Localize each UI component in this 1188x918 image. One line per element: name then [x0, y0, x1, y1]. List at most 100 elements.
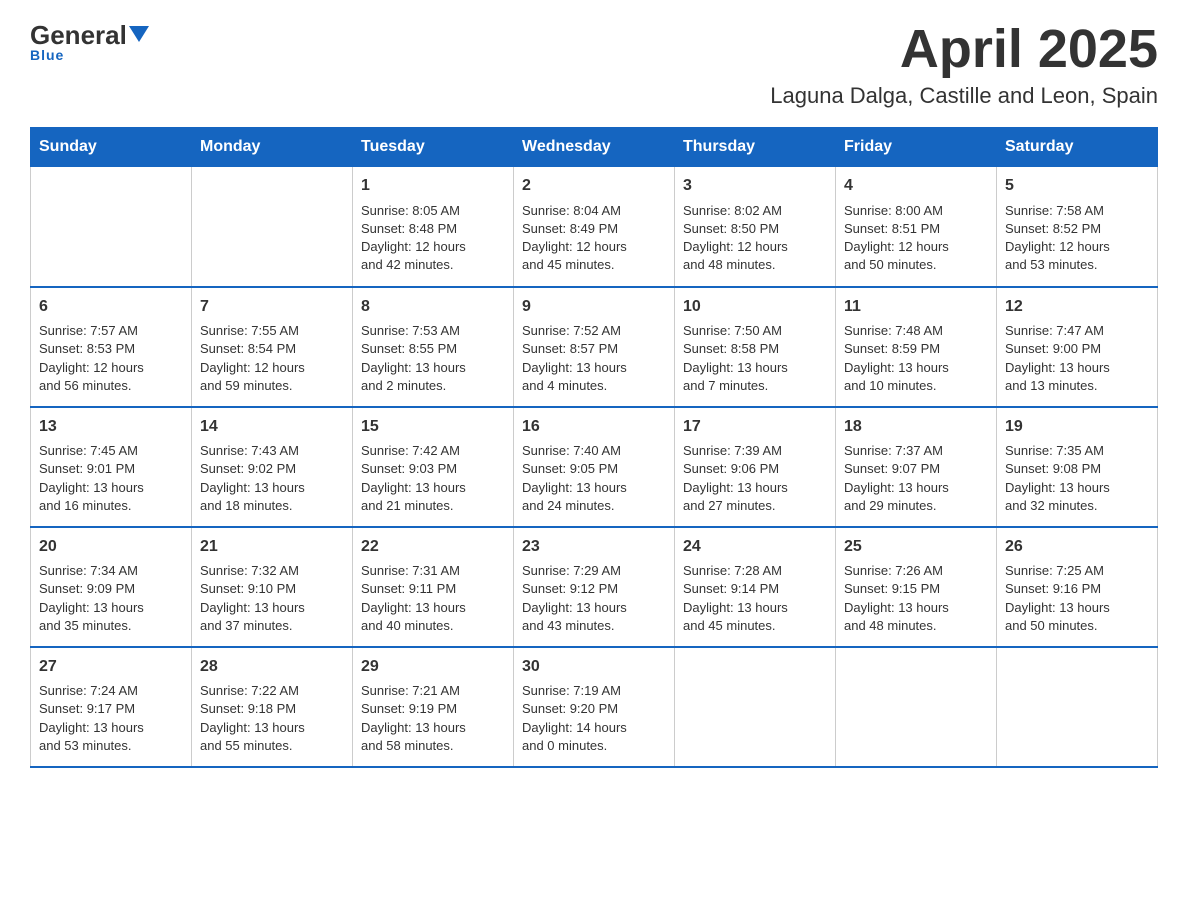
day-number: 30	[522, 656, 666, 678]
calendar-cell: 5 Sunrise: 7:58 AMSunset: 8:52 PMDaylight…	[997, 167, 1158, 287]
calendar-cell	[997, 647, 1158, 767]
day-info: Sunrise: 7:34 AMSunset: 9:09 PMDaylight:…	[39, 562, 183, 635]
logo-triangle-icon	[129, 26, 149, 42]
day-number: 21	[200, 536, 344, 558]
title-area: April 2025 Laguna Dalga, Castille and Le…	[770, 20, 1158, 109]
day-info: Sunrise: 7:31 AMSunset: 9:11 PMDaylight:…	[361, 562, 505, 635]
weekday-header-sunday: Sunday	[31, 128, 192, 167]
week-row-3: 13 Sunrise: 7:45 AMSunset: 9:01 PMDayligh…	[31, 407, 1158, 527]
day-number: 13	[39, 416, 183, 438]
day-info: Sunrise: 7:32 AMSunset: 9:10 PMDaylight:…	[200, 562, 344, 635]
day-number: 8	[361, 296, 505, 318]
day-info: Sunrise: 7:47 AMSunset: 9:00 PMDaylight:…	[1005, 322, 1149, 395]
day-number: 1	[361, 175, 505, 197]
calendar-cell: 18 Sunrise: 7:37 AMSunset: 9:07 PMDayligh…	[836, 407, 997, 527]
day-number: 23	[522, 536, 666, 558]
weekday-header-tuesday: Tuesday	[353, 128, 514, 167]
day-info: Sunrise: 7:26 AMSunset: 9:15 PMDaylight:…	[844, 562, 988, 635]
calendar-cell: 25Sunrise: 7:26 AMSunset: 9:15 PMDayligh…	[836, 527, 997, 647]
calendar-cell: 9 Sunrise: 7:52 AMSunset: 8:57 PMDaylight…	[514, 287, 675, 407]
day-info: Sunrise: 7:35 AMSunset: 9:08 PMDaylight:…	[1005, 442, 1149, 515]
month-title: April 2025	[770, 20, 1158, 79]
day-number: 2	[522, 175, 666, 197]
week-row-2: 6Sunrise: 7:57 AMSunset: 8:53 PMDaylight…	[31, 287, 1158, 407]
day-info: Sunrise: 7:48 AMSunset: 8:59 PMDaylight:…	[844, 322, 988, 395]
calendar-cell: 8Sunrise: 7:53 AMSunset: 8:55 PMDaylight…	[353, 287, 514, 407]
page-header: General Blue April 2025 Laguna Dalga, Ca…	[30, 20, 1158, 109]
day-number: 3	[683, 175, 827, 197]
day-info: Sunrise: 7:22 AMSunset: 9:18 PMDaylight:…	[200, 682, 344, 755]
calendar-cell: 13 Sunrise: 7:45 AMSunset: 9:01 PMDayligh…	[31, 407, 192, 527]
calendar-cell: 26 Sunrise: 7:25 AMSunset: 9:16 PMDayligh…	[997, 527, 1158, 647]
calendar-cell: 21 Sunrise: 7:32 AMSunset: 9:10 PMDayligh…	[192, 527, 353, 647]
day-number: 22	[361, 536, 505, 558]
location-title: Laguna Dalga, Castille and Leon, Spain	[770, 83, 1158, 109]
day-number: 10	[683, 296, 827, 318]
calendar-cell	[836, 647, 997, 767]
calendar-cell: 24Sunrise: 7:28 AMSunset: 9:14 PMDayligh…	[675, 527, 836, 647]
calendar-table: SundayMondayTuesdayWednesdayThursdayFrid…	[30, 127, 1158, 768]
day-number: 12	[1005, 296, 1149, 318]
day-info: Sunrise: 7:42 AMSunset: 9:03 PMDaylight:…	[361, 442, 505, 515]
day-info: Sunrise: 7:37 AMSunset: 9:07 PMDaylight:…	[844, 442, 988, 515]
day-number: 24	[683, 536, 827, 558]
calendar-header-row: SundayMondayTuesdayWednesdayThursdayFrid…	[31, 128, 1158, 167]
weekday-header-thursday: Thursday	[675, 128, 836, 167]
week-row-1: 1 Sunrise: 8:05 AMSunset: 8:48 PMDaylight…	[31, 167, 1158, 287]
day-number: 19	[1005, 416, 1149, 438]
day-info: Sunrise: 7:25 AMSunset: 9:16 PMDaylight:…	[1005, 562, 1149, 635]
calendar-cell: 10 Sunrise: 7:50 AMSunset: 8:58 PMDayligh…	[675, 287, 836, 407]
day-number: 6	[39, 296, 183, 318]
day-info: Sunrise: 7:21 AMSunset: 9:19 PMDaylight:…	[361, 682, 505, 755]
calendar-cell: 22 Sunrise: 7:31 AMSunset: 9:11 PMDayligh…	[353, 527, 514, 647]
calendar-cell: 2 Sunrise: 8:04 AMSunset: 8:49 PMDaylight…	[514, 167, 675, 287]
day-info: Sunrise: 7:52 AMSunset: 8:57 PMDaylight:…	[522, 322, 666, 395]
day-number: 27	[39, 656, 183, 678]
day-info: Sunrise: 7:45 AMSunset: 9:01 PMDaylight:…	[39, 442, 183, 515]
calendar-cell: 30 Sunrise: 7:19 AMSunset: 9:20 PMDayligh…	[514, 647, 675, 767]
day-info: Sunrise: 8:04 AMSunset: 8:49 PMDaylight:…	[522, 202, 666, 275]
day-number: 5	[1005, 175, 1149, 197]
day-number: 29	[361, 656, 505, 678]
day-number: 18	[844, 416, 988, 438]
day-info: Sunrise: 7:39 AMSunset: 9:06 PMDaylight:…	[683, 442, 827, 515]
calendar-cell: 1 Sunrise: 8:05 AMSunset: 8:48 PMDaylight…	[353, 167, 514, 287]
calendar-cell: 12 Sunrise: 7:47 AMSunset: 9:00 PMDayligh…	[997, 287, 1158, 407]
calendar-cell: 20 Sunrise: 7:34 AMSunset: 9:09 PMDayligh…	[31, 527, 192, 647]
day-number: 4	[844, 175, 988, 197]
calendar-cell: 7 Sunrise: 7:55 AMSunset: 8:54 PMDaylight…	[192, 287, 353, 407]
day-info: Sunrise: 7:55 AMSunset: 8:54 PMDaylight:…	[200, 322, 344, 395]
day-info: Sunrise: 8:05 AMSunset: 8:48 PMDaylight:…	[361, 202, 505, 275]
day-number: 11	[844, 296, 988, 318]
day-info: Sunrise: 7:43 AMSunset: 9:02 PMDaylight:…	[200, 442, 344, 515]
day-number: 15	[361, 416, 505, 438]
day-info: Sunrise: 8:02 AMSunset: 8:50 PMDaylight:…	[683, 202, 827, 275]
day-number: 17	[683, 416, 827, 438]
calendar-cell: 28 Sunrise: 7:22 AMSunset: 9:18 PMDayligh…	[192, 647, 353, 767]
calendar-cell: 3 Sunrise: 8:02 AMSunset: 8:50 PMDaylight…	[675, 167, 836, 287]
day-info: Sunrise: 7:50 AMSunset: 8:58 PMDaylight:…	[683, 322, 827, 395]
day-number: 28	[200, 656, 344, 678]
calendar-cell: 4 Sunrise: 8:00 AMSunset: 8:51 PMDaylight…	[836, 167, 997, 287]
calendar-cell: 17 Sunrise: 7:39 AMSunset: 9:06 PMDayligh…	[675, 407, 836, 527]
day-number: 16	[522, 416, 666, 438]
day-info: Sunrise: 8:00 AMSunset: 8:51 PMDaylight:…	[844, 202, 988, 275]
calendar-cell: 27 Sunrise: 7:24 AMSunset: 9:17 PMDayligh…	[31, 647, 192, 767]
calendar-cell: 11 Sunrise: 7:48 AMSunset: 8:59 PMDayligh…	[836, 287, 997, 407]
day-number: 7	[200, 296, 344, 318]
calendar-cell: 19 Sunrise: 7:35 AMSunset: 9:08 PMDayligh…	[997, 407, 1158, 527]
day-number: 26	[1005, 536, 1149, 558]
week-row-5: 27 Sunrise: 7:24 AMSunset: 9:17 PMDayligh…	[31, 647, 1158, 767]
day-info: Sunrise: 7:19 AMSunset: 9:20 PMDaylight:…	[522, 682, 666, 755]
day-info: Sunrise: 7:58 AMSunset: 8:52 PMDaylight:…	[1005, 202, 1149, 275]
day-info: Sunrise: 7:24 AMSunset: 9:17 PMDaylight:…	[39, 682, 183, 755]
day-info: Sunrise: 7:40 AMSunset: 9:05 PMDaylight:…	[522, 442, 666, 515]
day-number: 14	[200, 416, 344, 438]
weekday-header-saturday: Saturday	[997, 128, 1158, 167]
day-number: 9	[522, 296, 666, 318]
calendar-cell: 15 Sunrise: 7:42 AMSunset: 9:03 PMDayligh…	[353, 407, 514, 527]
week-row-4: 20 Sunrise: 7:34 AMSunset: 9:09 PMDayligh…	[31, 527, 1158, 647]
calendar-cell: 6Sunrise: 7:57 AMSunset: 8:53 PMDaylight…	[31, 287, 192, 407]
day-number: 20	[39, 536, 183, 558]
calendar-cell: 16 Sunrise: 7:40 AMSunset: 9:05 PMDayligh…	[514, 407, 675, 527]
